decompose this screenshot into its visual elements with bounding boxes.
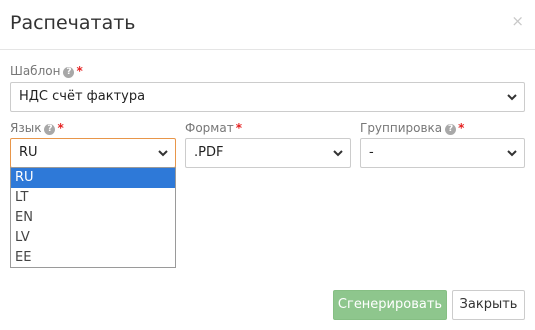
help-icon[interactable]: ? [445,124,457,135]
language-label: Язык [10,121,42,135]
chevron-down-icon [507,150,517,157]
grouping-select-value: - [369,145,374,160]
chevron-down-icon [333,150,343,157]
language-option-ee[interactable]: EE [11,248,175,268]
template-select[interactable]: НДС счёт фактура [10,82,525,112]
required-mark: * [458,121,465,135]
language-option-lt[interactable]: LT [11,188,175,208]
format-label-group: Формат * [185,121,242,135]
close-icon[interactable]: × [511,14,524,29]
format-select[interactable]: .PDF [185,138,351,168]
required-mark: * [76,64,83,78]
template-label: Шаблон [10,64,61,78]
print-dialog: Распечатать × Шаблон? * НДС счёт фактура … [0,0,535,330]
format-label: Формат [185,121,234,135]
header-divider [0,49,535,50]
template-label-group: Шаблон? * [10,64,83,78]
help-icon[interactable]: ? [44,124,56,135]
grouping-label: Группировка [360,121,443,135]
language-dropdown-list: RU LT EN LV EE [10,167,176,268]
language-select[interactable]: RU [10,138,176,168]
required-mark: * [235,121,242,135]
chevron-down-icon [158,150,168,157]
chevron-down-icon [507,94,517,101]
template-select-value: НДС счёт фактура [19,89,146,104]
language-option-en[interactable]: EN [11,208,175,228]
dialog-title: Распечатать [10,12,136,34]
language-option-lv[interactable]: LV [11,228,175,248]
help-icon[interactable]: ? [63,67,75,78]
grouping-select[interactable]: - [360,138,525,168]
close-button[interactable]: Закрыть [452,290,525,320]
language-label-group: Язык? * [10,121,64,135]
required-mark: * [57,121,64,135]
generate-button[interactable]: Сгенерировать [333,290,447,320]
format-select-value: .PDF [194,145,224,160]
language-option-ru[interactable]: RU [11,168,175,188]
language-select-value: RU [19,145,38,160]
grouping-label-group: Группировка? * [360,121,464,135]
